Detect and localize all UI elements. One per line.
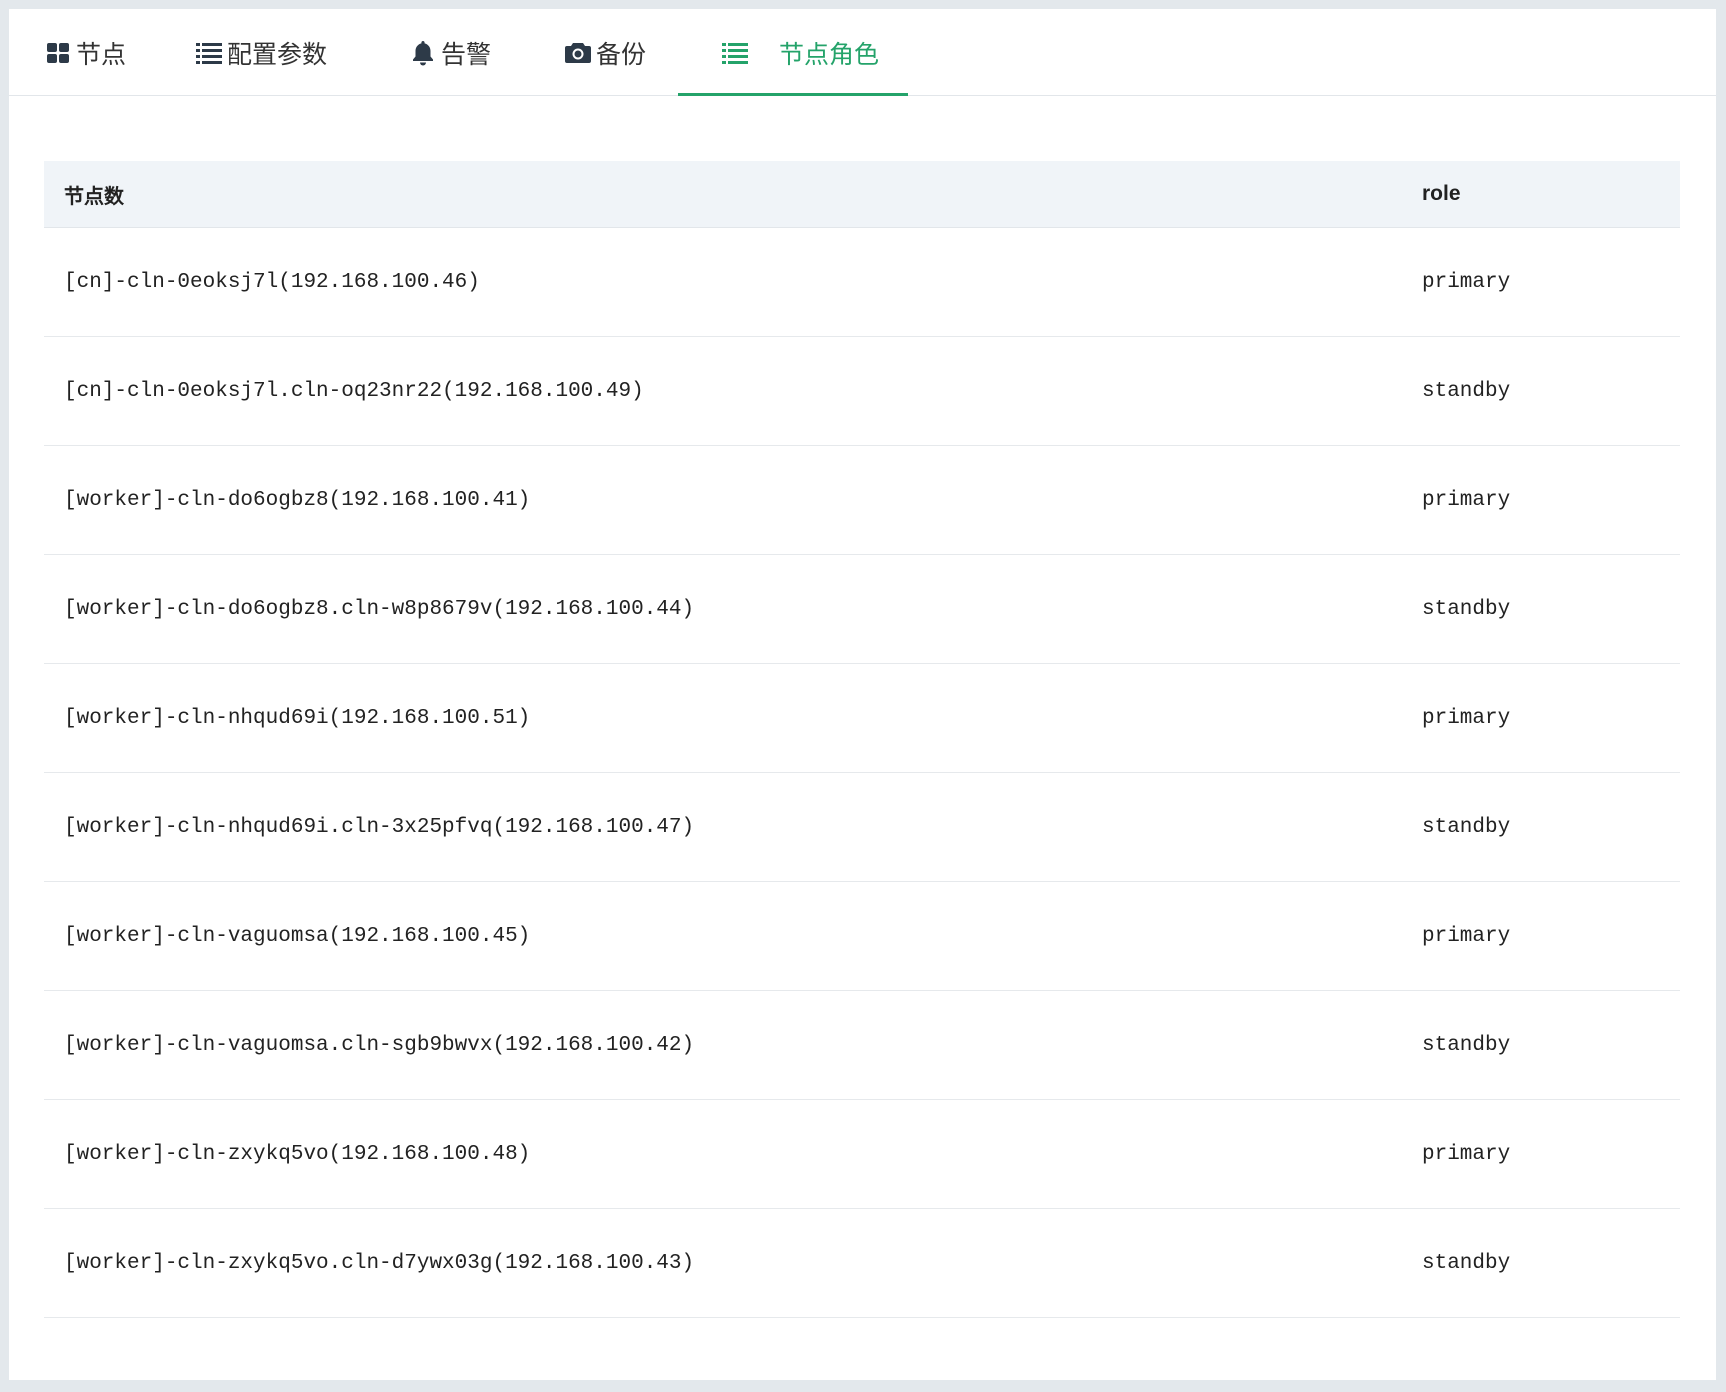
- node-cell: [cn]-cln-0eoksj7l(192.168.100.46): [64, 270, 480, 294]
- table-row: [worker]-cln-nhqud69i.cln-3x25pfvq(192.1…: [44, 773, 1680, 882]
- role-cell: standby: [1422, 379, 1511, 403]
- role-cell: standby: [1422, 815, 1511, 839]
- role-cell: primary: [1422, 924, 1511, 948]
- table-row: [worker]-cln-do6ogbz8.cln-w8p8679v(192.1…: [44, 555, 1680, 664]
- tab-label: 节点: [76, 39, 127, 69]
- role-cell: standby: [1422, 597, 1511, 621]
- tab-bar: 节点 配置参数 告警 备份 节点角色: [9, 9, 1716, 96]
- node-cell: [worker]-cln-vaguomsa.cln-sgb9bwvx(192.1…: [64, 1033, 695, 1057]
- role-cell: standby: [1422, 1251, 1511, 1275]
- tab-alerts[interactable]: 告警: [409, 9, 491, 96]
- active-tab-indicator: [678, 93, 908, 96]
- table-row: [worker]-cln-nhqud69i(192.168.100.51) pri…: [44, 664, 1680, 773]
- list-icon: [195, 39, 223, 67]
- node-cell: [worker]-cln-zxykq5vo.cln-d7ywx03g(192.1…: [64, 1251, 695, 1275]
- tab-label: 配置参数: [227, 39, 328, 69]
- node-cell: [worker]-cln-do6ogbz8(192.168.100.41): [64, 488, 531, 512]
- table-row: [cn]-cln-0eoksj7l(192.168.100.46) primary: [44, 228, 1680, 337]
- role-cell: primary: [1422, 706, 1511, 730]
- table-header: 节点数 role: [44, 161, 1680, 228]
- table-row: [worker]-cln-vaguomsa.cln-sgb9bwvx(192.1…: [44, 991, 1680, 1100]
- table-row: [worker]-cln-vaguomsa(192.168.100.45) pri…: [44, 882, 1680, 991]
- table-row: [cn]-cln-0eoksj7l.cln-oq23nr22(192.168.1…: [44, 337, 1680, 446]
- node-cell: [cn]-cln-0eoksj7l.cln-oq23nr22(192.168.1…: [64, 379, 644, 403]
- tab-label: 告警: [441, 39, 492, 69]
- role-cell: primary: [1422, 270, 1511, 294]
- table-row: [worker]-cln-zxykq5vo.cln-d7ywx03g(192.1…: [44, 1209, 1680, 1318]
- table-body: [cn]-cln-0eoksj7l(192.168.100.46) primary…: [44, 228, 1680, 1318]
- tab-node-roles[interactable]: 节点角色: [721, 9, 879, 96]
- node-cell: [worker]-cln-nhqud69i.cln-3x25pfvq(192.1…: [64, 815, 695, 839]
- node-cell: [worker]-cln-nhqud69i(192.168.100.51): [64, 706, 531, 730]
- table-row: [worker]-cln-zxykq5vo(192.168.100.48) pri…: [44, 1100, 1680, 1209]
- column-header-node: 节点数: [64, 183, 124, 208]
- bell-icon: [409, 39, 437, 67]
- node-cell: [worker]-cln-vaguomsa(192.168.100.45): [64, 924, 531, 948]
- tab-nodes[interactable]: 节点: [44, 9, 126, 96]
- tab-label: 节点角色: [779, 39, 880, 69]
- table-row: [worker]-cln-do6ogbz8(192.168.100.41) pri…: [44, 446, 1680, 555]
- list-icon: [721, 39, 749, 67]
- tab-label: 备份: [596, 39, 647, 69]
- column-header-role: role: [1422, 182, 1461, 205]
- node-cell: [worker]-cln-do6ogbz8.cln-w8p8679v(192.1…: [64, 597, 695, 621]
- camera-icon: [564, 39, 592, 67]
- content-panel: 节点 配置参数 告警 备份 节点角色 节点数 role [cn]-cln-0eo…: [9, 9, 1716, 1380]
- role-cell: primary: [1422, 1142, 1511, 1166]
- node-cell: [worker]-cln-zxykq5vo(192.168.100.48): [64, 1142, 531, 1166]
- tab-backup[interactable]: 备份: [564, 9, 646, 96]
- role-cell: standby: [1422, 1033, 1511, 1057]
- node-role-table: 节点数 role [cn]-cln-0eoksj7l(192.168.100.4…: [44, 161, 1680, 1318]
- role-cell: primary: [1422, 488, 1511, 512]
- grid-icon: [44, 39, 72, 67]
- tab-config-params[interactable]: 配置参数: [195, 9, 327, 96]
